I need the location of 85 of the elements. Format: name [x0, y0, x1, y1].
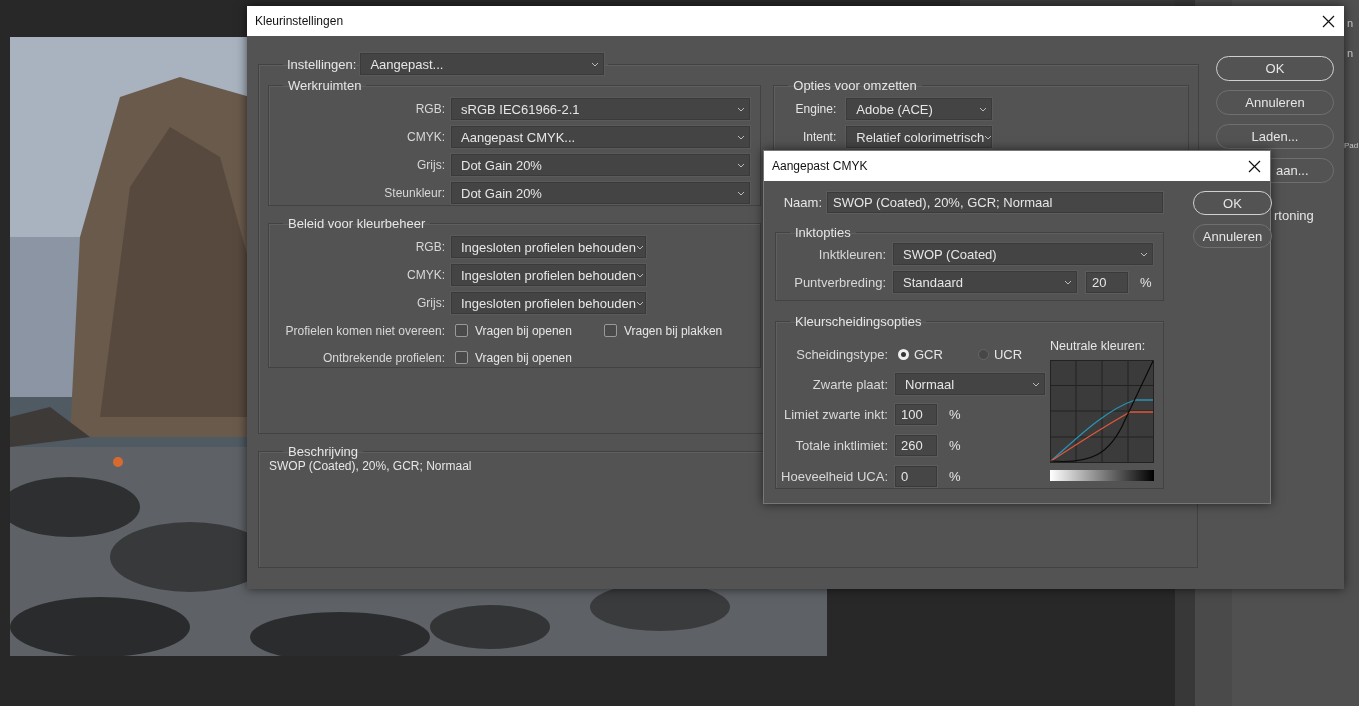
field-label: RGB: [414, 102, 445, 116]
chevron-icon [737, 134, 745, 140]
checkbox-label[interactable]: Vragen bij openen [475, 350, 572, 365]
dialog-button[interactable]: Annuleren [1216, 90, 1334, 115]
radio-button[interactable] [977, 348, 989, 360]
dialog-button[interactable]: OK [1216, 56, 1334, 81]
checkbox-label[interactable]: Vragen bij plakken [623, 323, 723, 338]
window-title: Aangepast CMYK [772, 159, 868, 173]
dropdown[interactable]: Ingesloten profielen behouden [451, 236, 646, 258]
dropdown[interactable]: Dot Gain 20% [451, 154, 750, 176]
dropdown[interactable]: SWOP (Coated) [893, 243, 1153, 265]
number-field[interactable]: 260 [895, 435, 937, 456]
group-title: Kleurscheidingsopties [794, 314, 923, 329]
chevron-icon [979, 106, 988, 112]
field-label: Grijs: [416, 158, 445, 172]
field-label: Scheidingstype: [795, 346, 888, 362]
dropdown[interactable]: Relatief colorimetrisch [846, 126, 993, 148]
field-label: Totale inktlimiet: [794, 438, 888, 453]
number-field[interactable]: 100 [895, 404, 937, 425]
window-title: Kleurinstellingen [255, 14, 344, 28]
chevron-icon [737, 162, 745, 168]
panel-label: Pad [1344, 141, 1359, 150]
dropdown[interactable]: Dot Gain 20% [451, 182, 750, 204]
group-title: Beleid voor kleurbeheer [287, 216, 427, 231]
field-label: Ontbrekende profielen: [321, 350, 445, 365]
field-label: Hoeveelheid UCA: [780, 469, 888, 484]
field-label: Grijs: [416, 296, 445, 310]
dropdown[interactable]: sRGB IEC61966-2.1 [451, 98, 750, 120]
chevron-icon [591, 61, 600, 67]
dialog-button[interactable]: Laden... [1216, 124, 1334, 149]
chevron-icon [984, 134, 993, 140]
unit-label: % [949, 438, 961, 453]
group-title: Beschrijving [287, 444, 360, 459]
description-text: SWOP (Coated), 20%, GCR; Normaal [269, 459, 473, 473]
checkbox-label[interactable]: rtoning [1274, 208, 1334, 223]
dropdown[interactable]: Ingesloten profielen behouden [451, 292, 646, 314]
field-label: RGB: [414, 240, 445, 254]
field-label: Intent: [801, 130, 837, 144]
dropdown[interactable]: Aangepast... [360, 53, 605, 75]
chevron-icon [635, 272, 644, 278]
panel-label: n [1347, 47, 1354, 59]
checkbox[interactable] [603, 324, 617, 337]
dialog-button[interactable]: Annuleren [1193, 224, 1272, 248]
name-field[interactable]: SWOP (Coated), 20%, GCR; Normaal [827, 191, 1163, 213]
chevron-icon [737, 106, 745, 112]
field-label: Inktkleuren: [817, 246, 886, 262]
unit-label: % [949, 407, 961, 422]
field-label: Instellingen: [287, 56, 357, 72]
checkbox-label[interactable]: Vragen bij openen [475, 323, 572, 338]
dropdown[interactable]: Adobe (ACE) [846, 98, 993, 120]
field-label: Engine: [794, 102, 837, 116]
chevron-icon [635, 244, 644, 250]
unit-label: % [1140, 274, 1152, 290]
radio-label[interactable]: UCR [993, 346, 1023, 362]
dropdown[interactable]: Aangepast CMYK... [451, 126, 750, 148]
group-title: Werkruimten [287, 78, 363, 93]
dropdown[interactable]: Standaard [893, 271, 1077, 293]
field-label: Zwarte plaat: [811, 376, 888, 392]
close-icon[interactable] [1248, 159, 1261, 173]
number-field[interactable]: 0 [895, 466, 937, 487]
chevron-icon [737, 190, 745, 196]
group-title: Opties voor omzetten [792, 78, 918, 93]
field-label: Naam: [782, 194, 822, 210]
group-title: Inktopties [794, 225, 852, 240]
panel-label: n [1347, 17, 1354, 29]
unit-label: % [949, 469, 961, 484]
radio-label[interactable]: GCR [914, 346, 943, 362]
field-label: CMYK: [406, 268, 445, 282]
chevron-icon [1140, 251, 1148, 257]
field-label: Limiet zwarte inkt: [782, 407, 888, 422]
checkbox[interactable] [455, 324, 468, 337]
chevron-icon [1064, 279, 1072, 285]
amount-field[interactable]: 20 [1086, 271, 1128, 293]
dropdown[interactable]: Ingesloten profielen behouden [451, 264, 646, 286]
field-label: Steunkleur: [383, 186, 445, 200]
close-icon[interactable] [1322, 14, 1335, 28]
chevron-icon [635, 300, 644, 306]
dialog-button[interactable]: OK [1193, 191, 1272, 215]
chevron-icon [1032, 381, 1040, 387]
graph-title: Neutrale kleuren: [1050, 339, 1147, 353]
field-label: Puntverbreding: [793, 274, 886, 290]
dropdown[interactable]: Normaal [895, 373, 1045, 395]
field-label: Profielen komen niet overeen: [284, 323, 445, 338]
checkbox[interactable] [455, 351, 468, 364]
field-label: CMYK: [406, 130, 445, 144]
